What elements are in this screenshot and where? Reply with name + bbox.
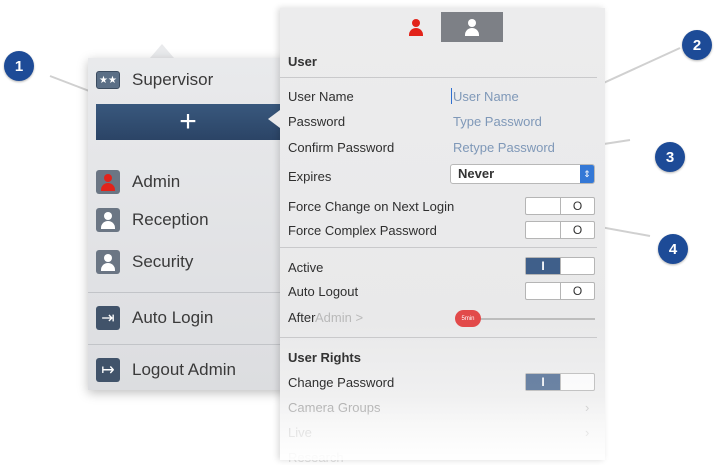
- menu-item-admin[interactable]: Admin: [88, 162, 288, 202]
- login-icon: ⇥: [96, 306, 120, 330]
- menu-item-label: Auto Login: [132, 308, 214, 327]
- menu-divider: [88, 344, 288, 345]
- toggle-on-side: [526, 222, 560, 238]
- divider: [280, 77, 597, 78]
- divider: [280, 247, 597, 248]
- divider: [280, 337, 597, 338]
- segment-standard-user[interactable]: [441, 12, 503, 42]
- segment-admin-user[interactable]: [398, 13, 434, 41]
- user-icon: [464, 18, 480, 36]
- admin-user-icon: [96, 170, 120, 194]
- plus-icon: +: [179, 105, 197, 138]
- menu-item-auto-login[interactable]: ⇥ Auto Login: [88, 298, 288, 338]
- logout-icon: ↦: [96, 358, 120, 382]
- callout-4: 4: [658, 234, 688, 264]
- text-cursor: [451, 88, 452, 104]
- toggle-off-side: [560, 258, 594, 274]
- confirm-password-input[interactable]: Retype Password: [453, 140, 555, 155]
- add-user-button[interactable]: +: [96, 104, 280, 140]
- menu-item-supervisor[interactable]: ★★ Supervisor: [88, 60, 288, 100]
- menu-pointer-notch: [150, 44, 174, 58]
- password-label: Password: [288, 114, 346, 129]
- active-label: Active: [288, 260, 324, 275]
- menu-item-label: Reception: [132, 210, 209, 229]
- auto-logout-toggle[interactable]: O: [525, 282, 595, 300]
- menu-item-label: Admin: [132, 172, 181, 191]
- expires-label: Expires: [288, 169, 332, 184]
- user-icon: [96, 250, 120, 274]
- toggle-on-side: [526, 198, 560, 214]
- after-slider-knob[interactable]: 5min: [455, 310, 481, 327]
- change-password-label: Change Password: [288, 375, 395, 390]
- menu-item-logout[interactable]: ↦ Logout Admin: [88, 350, 288, 390]
- callout-1: 1: [4, 51, 34, 81]
- toggle-off-side: O: [560, 283, 594, 299]
- after-slider-track[interactable]: [478, 318, 595, 320]
- auto-logout-label: Auto Logout: [288, 284, 359, 299]
- menu-item-label: Logout Admin: [132, 360, 236, 379]
- toggle-on-side: [526, 283, 560, 299]
- section-title-user: User: [288, 54, 317, 69]
- menu-item-label: Security: [132, 252, 194, 271]
- supervisor-icon: ★★: [96, 71, 120, 89]
- panel-pointer-notch: [268, 110, 280, 128]
- toggle-off-side: O: [560, 222, 594, 238]
- chevron-right-icon[interactable]: ›: [585, 400, 589, 415]
- menu-item-label: Supervisor: [132, 70, 214, 89]
- password-input[interactable]: Type Password: [453, 114, 542, 129]
- force-change-toggle[interactable]: O: [525, 197, 595, 215]
- research-label: Research: [288, 450, 344, 465]
- force-complex-toggle[interactable]: O: [525, 221, 595, 239]
- expires-select[interactable]: Never: [450, 164, 595, 184]
- change-password-toggle[interactable]: I: [525, 373, 595, 391]
- callout-2: 2: [682, 30, 712, 60]
- ghost-admin-text: Admin >: [315, 310, 364, 325]
- callout-3: 3: [655, 142, 685, 172]
- menu-item-security[interactable]: Security: [88, 242, 288, 282]
- select-stepper-icon: ⇕: [580, 165, 594, 183]
- active-toggle[interactable]: I: [525, 257, 595, 275]
- toggle-off-side: O: [560, 198, 594, 214]
- toggle-off-side: [560, 374, 594, 390]
- admin-user-icon: [408, 18, 424, 36]
- camera-groups-label: Camera Groups: [288, 400, 381, 415]
- live-label: Live: [288, 425, 312, 440]
- section-title-user-rights: User Rights: [288, 350, 361, 365]
- menu-item-reception[interactable]: Reception: [88, 200, 288, 240]
- after-label: After: [288, 310, 316, 325]
- toggle-on-side: I: [526, 374, 560, 390]
- confirm-password-label: Confirm Password: [288, 140, 395, 155]
- chevron-right-icon[interactable]: ›: [585, 425, 589, 440]
- user-name-input[interactable]: User Name: [453, 89, 519, 104]
- user-name-label: User Name: [288, 89, 354, 104]
- user-icon: [96, 208, 120, 232]
- force-complex-label: Force Complex Password: [288, 223, 437, 238]
- menu-divider: [88, 292, 288, 293]
- toggle-on-side: I: [526, 258, 560, 274]
- force-change-label: Force Change on Next Login: [288, 199, 455, 214]
